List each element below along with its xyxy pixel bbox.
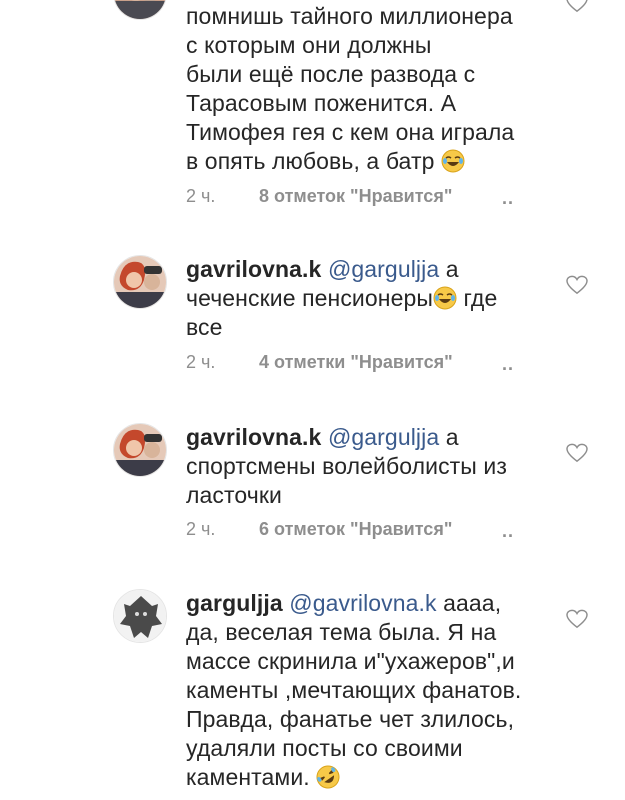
comment-line: каменты ,мечтающих фанатов. <box>186 677 522 703</box>
comment-first-line: gavrilovna.k @garguljja а <box>186 255 536 284</box>
comment-meta: 2 ч. 8 отметок "Нравится" .. <box>186 186 513 208</box>
comment-line-text: а <box>439 424 459 450</box>
comment-line-text: аааа, <box>436 590 502 616</box>
avatar[interactable] <box>113 255 167 309</box>
avatar-photo <box>114 256 166 308</box>
comment-meta: 2 ч. 4 отметки "Нравится" .. <box>186 352 513 374</box>
tears-of-joy-emoji <box>441 149 465 173</box>
like-count[interactable]: 6 отметок "Нравится" <box>259 519 452 539</box>
like-count[interactable]: 4 отметки "Нравится" <box>259 352 453 372</box>
comment-line: все <box>186 314 223 340</box>
avatar[interactable] <box>113 423 167 477</box>
heart-outline-icon[interactable] <box>566 443 588 463</box>
comment-line: с которым они должны <box>186 32 432 58</box>
avatar[interactable] <box>113 0 167 20</box>
comment-line: Тимофея гея с кем она играла <box>186 119 515 145</box>
more-options-button[interactable]: .. <box>502 188 514 209</box>
comment-line: каментами. <box>186 763 536 792</box>
avatar-photo <box>114 0 166 19</box>
avatar-gargoyle <box>114 590 166 642</box>
comment-username[interactable]: gavrilovna.k <box>186 256 321 282</box>
comment-line: Правда, фанатье чет злилось, <box>186 706 515 732</box>
more-options-button[interactable]: .. <box>502 354 514 375</box>
mention-link[interactable]: @garguljja <box>328 424 439 450</box>
comment-line: да, веселая тема была. Я на <box>186 619 497 645</box>
comment-line: удаляли посты со своими <box>186 735 463 761</box>
comment-line: помнишь тайного миллионера <box>186 3 513 29</box>
comment-line-text: в опять любовь, а батр <box>186 148 435 174</box>
comment-line: спортсмены волейболисты из <box>186 453 508 479</box>
comment-line: были ещё после развода с <box>186 61 476 87</box>
comment-line: чеченские пенсионеры где <box>186 284 536 313</box>
comment-line: ласточки <box>186 482 282 508</box>
comment-text: gavrilovna.k @garguljja а чеченские пенс… <box>186 255 536 342</box>
like-count[interactable]: 8 отметок "Нравится" <box>259 186 452 206</box>
comment-line-text: чеченские пенсионеры <box>186 285 433 311</box>
timestamp: 2 ч. <box>186 352 216 372</box>
comment-first-line: gavrilovna.k @garguljja а <box>186 423 536 452</box>
comment-line: в опять любовь, а батр <box>186 147 536 176</box>
comment-line-text: где <box>456 285 498 311</box>
comment-username[interactable]: gavrilovna.k <box>186 424 321 450</box>
comment-line: массе скринила и"ухажеров",и <box>186 648 515 674</box>
timestamp: 2 ч. <box>186 519 216 539</box>
comment-username[interactable]: garguljja <box>186 590 283 616</box>
avatar[interactable] <box>113 589 167 643</box>
comment-first-line: garguljja @gavrilovna.k аааа, <box>186 589 536 618</box>
tears-of-joy-emoji <box>433 286 457 310</box>
comment-text: помнишь тайного миллионера с которым они… <box>186 2 536 176</box>
heart-outline-icon[interactable] <box>566 275 588 295</box>
comment-line-text: каментами. <box>186 764 310 790</box>
comment-text: garguljja @gavrilovna.k аааа, да, весела… <box>186 589 536 792</box>
comment-meta: 2 ч. 6 отметок "Нравится" .. <box>186 519 513 541</box>
heart-outline-icon[interactable] <box>566 0 588 13</box>
comment-line-text: а <box>439 256 459 282</box>
comment-text: gavrilovna.k @garguljja а спортсмены вол… <box>186 423 536 510</box>
rofl-emoji <box>316 765 340 789</box>
mention-link[interactable]: @gavrilovna.k <box>289 590 436 616</box>
avatar-photo <box>114 424 166 476</box>
timestamp: 2 ч. <box>186 186 216 206</box>
heart-outline-icon[interactable] <box>566 609 588 629</box>
comment-line: Тарасовым поженится. А <box>186 90 457 116</box>
mention-link[interactable]: @garguljja <box>328 256 439 282</box>
more-options-button[interactable]: .. <box>502 521 514 542</box>
